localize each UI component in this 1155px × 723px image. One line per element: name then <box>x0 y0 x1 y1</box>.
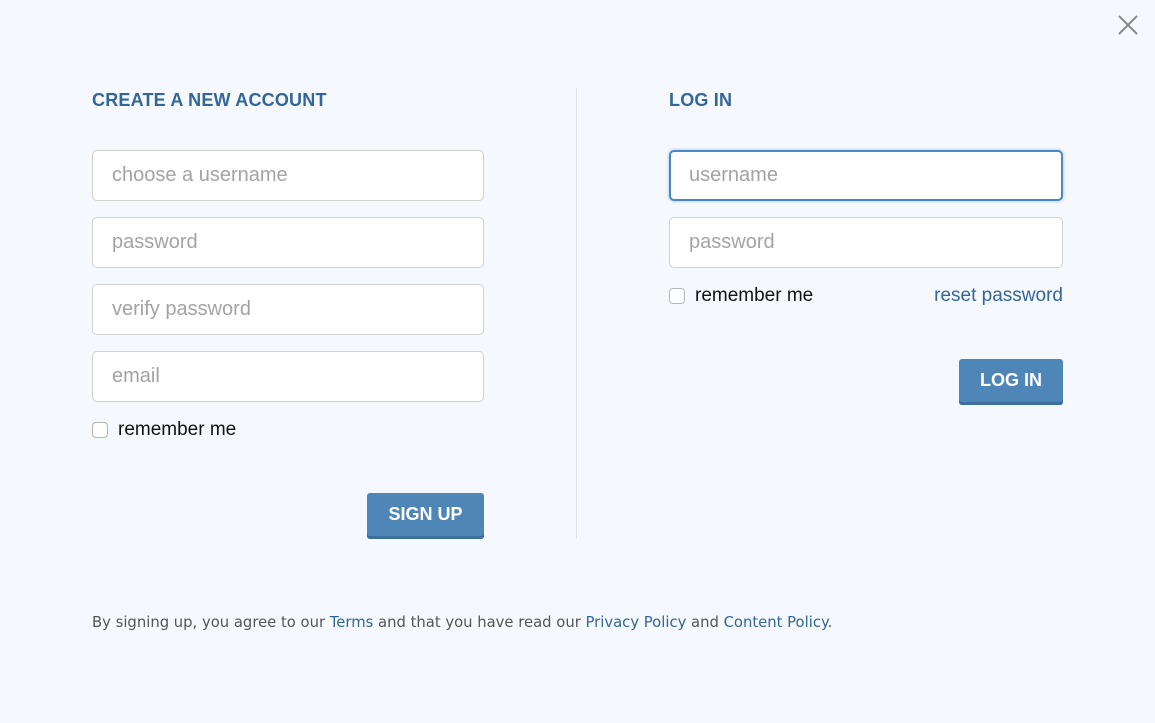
login-remember-label[interactable]: remember me <box>695 285 813 307</box>
privacy-policy-link[interactable]: Privacy Policy <box>586 614 687 631</box>
signup-remember-label[interactable]: remember me <box>118 419 236 441</box>
legal-text: By signing up, you agree to our <box>92 614 330 631</box>
signup-verify-password-input[interactable] <box>92 284 484 335</box>
legal-text: . <box>827 614 833 631</box>
login-remember-row: remember me <box>669 285 813 307</box>
reset-password-link[interactable]: reset password <box>934 285 1063 307</box>
legal-text: and <box>686 614 724 631</box>
signup-username-input[interactable] <box>92 150 484 201</box>
signup-remember-checkbox[interactable] <box>92 422 108 438</box>
signup-remember-row: remember me <box>92 419 236 441</box>
signup-title: CREATE A NEW ACCOUNT <box>92 90 327 110</box>
signup-password-input[interactable] <box>92 217 484 268</box>
close-icon <box>1118 15 1138 35</box>
close-button[interactable] <box>1116 13 1140 37</box>
legal-notice: By signing up, you agree to our Terms an… <box>92 613 832 633</box>
legal-text: and that you have read our <box>373 614 586 631</box>
terms-link[interactable]: Terms <box>330 614 374 631</box>
login-password-input[interactable] <box>669 217 1063 268</box>
login-remember-checkbox[interactable] <box>669 288 685 304</box>
login-username-input[interactable] <box>669 150 1063 201</box>
login-title: LOG IN <box>669 90 733 110</box>
content-policy-link[interactable]: Content Policy <box>724 614 828 631</box>
divider <box>576 88 577 539</box>
sign-up-button[interactable]: SIGN UP <box>367 493 484 539</box>
log-in-button[interactable]: LOG IN <box>959 359 1063 405</box>
signup-email-input[interactable] <box>92 351 484 402</box>
